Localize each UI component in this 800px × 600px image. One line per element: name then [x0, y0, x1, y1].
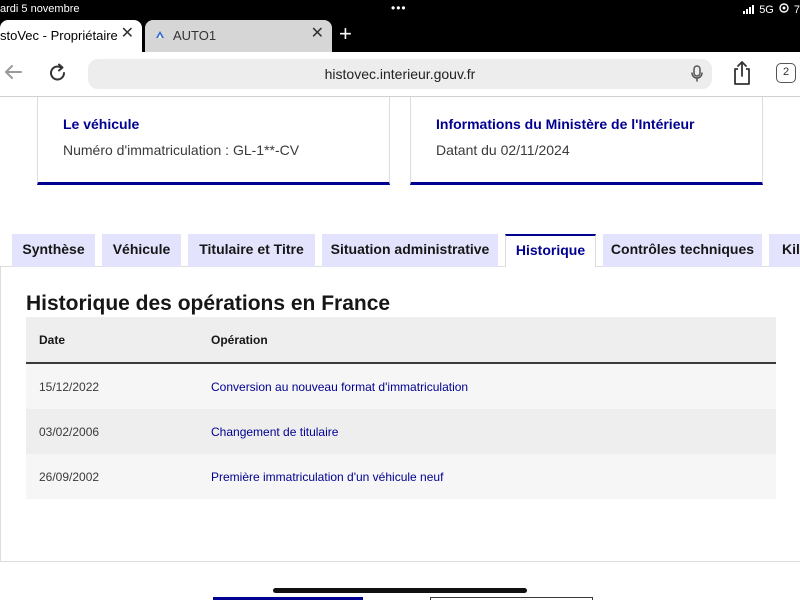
column-header-date: Date: [39, 333, 66, 347]
browser-tab-auto1[interactable]: AUTO1 ✕: [145, 20, 332, 52]
historique-panel: Historique des opérations en France Date…: [0, 267, 800, 562]
back-arrow-icon[interactable]: [3, 62, 23, 87]
row-date: 26/09/2002: [39, 470, 100, 484]
multitasking-dots[interactable]: •••: [391, 1, 407, 15]
browser-tab-strip: stoVec - Propriétaire ✕ AUTO1 ✕ +: [0, 20, 800, 52]
table-row: 15/12/2022 Conversion au nouveau format …: [26, 364, 776, 409]
card-title: Informations du Ministère de l'Intérieur: [436, 116, 695, 132]
status-bar: ardi 5 novembre ••• 5G 7: [0, 0, 800, 20]
tab-titulaire-et-titre[interactable]: Titulaire et Titre: [188, 234, 315, 267]
tab-historique[interactable]: Historique: [505, 234, 596, 267]
location-icon: [779, 3, 789, 16]
row-operation: Changement de titulaire: [211, 425, 339, 439]
column-header-operation: Opération: [211, 333, 268, 347]
tab-vehicule[interactable]: Véhicule: [102, 234, 181, 267]
tab-synthese[interactable]: Synthèse: [12, 234, 95, 267]
close-tab-icon[interactable]: ✕: [121, 26, 134, 42]
microphone-icon[interactable]: [690, 65, 704, 88]
page-content: Le véhicule Numéro d'immatriculation : G…: [0, 97, 800, 600]
url-text[interactable]: histovec.interieur.gouv.fr: [88, 66, 712, 82]
row-operation: Conversion au nouveau format d'immatricu…: [211, 380, 469, 394]
tab-controles-techniques[interactable]: Contrôles techniques: [603, 234, 762, 267]
row-date: 03/02/2006: [39, 425, 100, 439]
address-bar[interactable]: histovec.interieur.gouv.fr: [88, 59, 712, 89]
close-tab-icon[interactable]: ✕: [311, 26, 324, 42]
row-operation: Première immatriculation d'un véhicule n…: [211, 470, 444, 484]
card-title: Le véhicule: [63, 116, 140, 132]
section-tabs: Synthèse Véhicule Titulaire et Titre Sit…: [0, 234, 800, 267]
home-indicator[interactable]: [273, 588, 527, 593]
browser-tab-title: AUTO1: [173, 28, 217, 43]
table-row: 26/09/2002 Première immatriculation d'un…: [26, 454, 776, 499]
table-row: 03/02/2006 Changement de titulaire: [26, 409, 776, 454]
status-indicators: 5G 7: [743, 3, 800, 16]
operations-table: Date Opération 15/12/2022 Conversion au …: [26, 317, 776, 499]
battery-label: 7: [793, 3, 800, 16]
ministry-info-card: Informations du Ministère de l'Intérieur…: [410, 97, 763, 185]
auto1-favicon-icon: [154, 29, 166, 41]
status-date: ardi 5 novembre: [0, 3, 80, 15]
new-tab-button[interactable]: +: [339, 23, 352, 45]
signal-icon: [743, 5, 755, 14]
reload-icon[interactable]: [47, 62, 69, 89]
browser-tab-title: stoVec - Propriétaire: [0, 28, 118, 43]
section-title: Historique des opérations en France: [26, 292, 391, 315]
network-label: 5G: [759, 3, 774, 16]
browser-toolbar: histovec.interieur.gouv.fr 2: [0, 52, 800, 97]
share-icon[interactable]: [731, 60, 753, 91]
card-text: Numéro d'immatriculation : GL-1**-CV: [63, 142, 300, 158]
tab-count-button[interactable]: 2: [776, 63, 796, 83]
vehicle-card: Le véhicule Numéro d'immatriculation : G…: [37, 97, 390, 185]
card-text: Datant du 02/11/2024: [436, 142, 570, 158]
tab-kilometrage[interactable]: Kilo: [769, 234, 800, 267]
row-date: 15/12/2022: [39, 380, 100, 394]
table-header: Date Opération: [26, 317, 776, 364]
browser-tab-histovec[interactable]: stoVec - Propriétaire ✕: [0, 20, 142, 52]
tab-situation-administrative[interactable]: Situation administrative: [322, 234, 498, 267]
